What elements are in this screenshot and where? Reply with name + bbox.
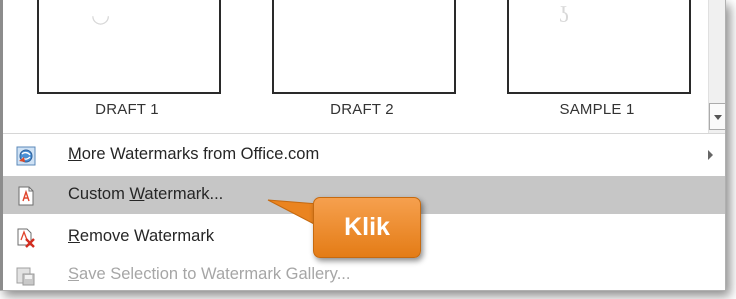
menu-item-label: Custom Watermark... [68, 185, 224, 203]
menu-separator [3, 133, 725, 134]
watermark-thumbnail-sample-1[interactable]: ʖ [507, 0, 691, 94]
office-globe-icon [16, 146, 36, 166]
gallery-item-label: DRAFT 1 [95, 101, 159, 118]
menu-item-more-watermarks[interactable]: More Watermarks from Office.com [3, 136, 725, 174]
watermark-gallery: ◡ DRAFT 1 DRAFT 2 ʖ SAMPLE 1 [3, 0, 707, 133]
callout-text: Klik [344, 213, 390, 241]
menu-item-label: More Watermarks from Office.com [68, 145, 320, 163]
watermark-ghost-text: ʖ [559, 2, 569, 27]
remove-watermark-icon [16, 228, 36, 248]
gallery-item-label: SAMPLE 1 [559, 101, 635, 118]
custom-watermark-icon [16, 186, 36, 206]
callout-annotation: Klik [313, 197, 421, 258]
gallery-more-button[interactable] [709, 103, 725, 130]
gallery-scrollbar[interactable] [708, 0, 725, 133]
menu-item-label: Remove Watermark [68, 227, 215, 245]
watermark-thumbnail-draft-1[interactable]: ◡ [37, 0, 221, 94]
menu-item-save-selection: Save Selection to Watermark Gallery... [3, 256, 725, 290]
save-selection-icon [16, 266, 36, 286]
gallery-item-label: DRAFT 2 [330, 101, 394, 118]
watermark-thumbnail-draft-2[interactable] [272, 0, 456, 94]
submenu-arrow-icon [708, 150, 713, 160]
menu-item-label: Save Selection to Watermark Gallery... [68, 265, 351, 283]
watermark-ghost-text: ◡ [91, 2, 111, 27]
